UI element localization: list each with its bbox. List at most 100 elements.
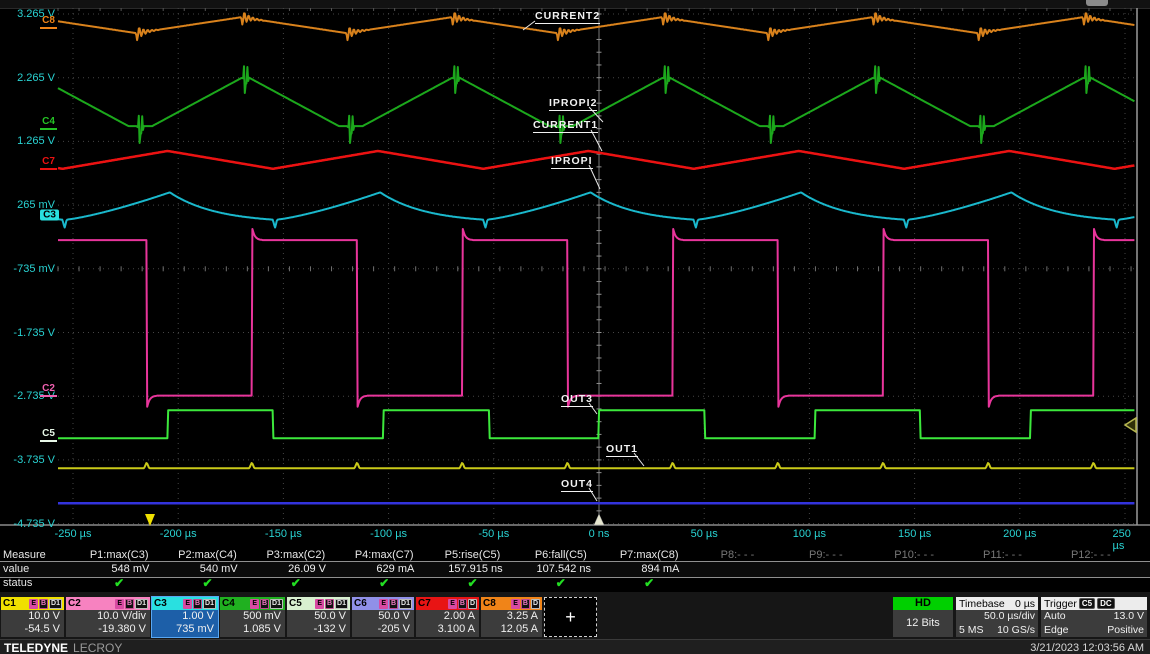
measure-header[interactable]: P6:fall(C5) (517, 549, 605, 561)
channel-marker-dash (40, 27, 57, 29)
channel-id-label: C5 (289, 598, 302, 609)
channel-id-label: C8 (483, 598, 496, 609)
x-axis-label: 150 µs (898, 528, 931, 540)
measure-value: 26.09 V (252, 563, 340, 575)
measure-header[interactable]: P11:- - - (958, 549, 1046, 561)
trace-label-out4[interactable]: OUT4 (561, 478, 593, 492)
channel-settings: 500 mV1.085 V (220, 610, 285, 637)
measure-header[interactable]: P12:- - - (1047, 549, 1135, 561)
channel-box-c2[interactable]: C2EBD110.0 V/div-19.380 V (66, 597, 150, 637)
channel-badge-b: B (389, 599, 398, 609)
channel-marker-c4[interactable]: C4 (40, 116, 57, 130)
channel-settings: 50.0 V-132 V (287, 610, 350, 637)
trigger-title: Trigger (1044, 598, 1077, 610)
measure-header[interactable]: P7:max(C8) (605, 549, 693, 561)
measure-header[interactable]: P2:max(C4) (163, 549, 251, 561)
measure-header[interactable]: P10:- - - (870, 549, 958, 561)
trigger-time-marker[interactable] (594, 514, 604, 525)
measure-header[interactable]: P9:- - - (782, 549, 870, 561)
measure-status-check-icon: ✔ (517, 576, 605, 590)
channel-offset: 12.05 A (485, 623, 538, 636)
channel-badge-d: D (468, 599, 477, 609)
channel-badge-b: B (260, 599, 269, 609)
channel-header: C7EBD (416, 597, 479, 610)
trigger-box[interactable]: Trigger C5 DC Auto 13.0 V Edge Positive (1041, 597, 1147, 637)
measure-value: 894 mA (605, 563, 693, 575)
channel-badge-e: E (115, 599, 124, 609)
channel-box-c4[interactable]: C4EBD1500 mV1.085 V (220, 597, 285, 637)
x-axis-label: 50 µs (691, 528, 718, 540)
measure-header[interactable]: P5:rise(C5) (428, 549, 516, 561)
channel-scale: 1.00 V (156, 610, 214, 623)
timebase-box[interactable]: Timebase 0 µs 50.0 µs/div 5 MS 10 GS/s (956, 597, 1038, 637)
timebase-offset: 0 µs (1015, 598, 1035, 610)
datetime-display: 3/21/2023 12:03:56 AM (1030, 642, 1144, 654)
channel-header: C4EBD1 (220, 597, 285, 610)
channel-scale: 500 mV (224, 610, 281, 623)
add-channel-button[interactable]: + (544, 597, 597, 637)
channel-scale: 50.0 V (291, 610, 346, 623)
hd-label: HD (893, 597, 953, 610)
channel-scale: 3.25 A (485, 610, 538, 623)
y-axis-label: 1.265 V (0, 135, 55, 147)
measure-header[interactable]: P1:max(C3) (75, 549, 163, 561)
channel-marker-c2[interactable]: C2 (40, 383, 57, 397)
trace-c2_output[interactable] (58, 229, 1134, 407)
channel-box-c6[interactable]: C6EBD150.0 V-205 V (352, 597, 414, 637)
channel-marker-c7[interactable]: C7 (40, 156, 57, 170)
channel-offset: 1.085 V (224, 623, 281, 636)
trace-ipropi[interactable] (58, 193, 1134, 228)
channel-marker-dash (40, 128, 57, 130)
channel-badge-d1: D1 (270, 599, 283, 609)
channel-settings: 10.0 V-54.5 V (1, 610, 64, 637)
measure-header[interactable]: P3:max(C2) (252, 549, 340, 561)
channel-settings: 10.0 V/div-19.380 V (66, 610, 150, 637)
channel-badge-e: E (29, 599, 38, 609)
channel-marker-c3[interactable]: C3 (40, 210, 59, 221)
trace-label-current1[interactable]: CURRENT1 (533, 119, 598, 133)
measure-status-check-icon: ✔ (75, 576, 163, 590)
channel-scale: 2.00 A (420, 610, 475, 623)
channel-settings: 50.0 V-205 V (352, 610, 414, 637)
channel-scale: 10.0 V (5, 610, 60, 623)
trace-out3[interactable] (58, 410, 1134, 438)
channel-id-label: C6 (354, 598, 367, 609)
channel-box-c1[interactable]: C1EBD110.0 V-54.5 V (1, 597, 64, 637)
channel-offset: -54.5 V (5, 623, 60, 636)
trace-label-out3[interactable]: OUT3 (561, 393, 593, 407)
trace-label-ipropi[interactable]: IPROPI (551, 155, 593, 169)
trace-out1[interactable] (58, 463, 1134, 468)
trace-label-ipropi2[interactable]: IPROPI2 (549, 97, 597, 111)
trigger-level-marker[interactable] (1125, 418, 1136, 432)
channel-offset: 3.100 A (420, 623, 475, 636)
channel-marker-c5[interactable]: C5 (40, 428, 57, 442)
oscilloscope-screen: 3.265 V2.265 V1.265 V265 mV-735 mV-1.735… (0, 0, 1150, 654)
x-axis-label: 0 ns (589, 528, 610, 540)
channel-badge-e: E (183, 599, 192, 609)
timebase-scale: 50.0 µs/div (984, 610, 1035, 624)
offscreen-channel-arrow[interactable] (145, 514, 155, 526)
channel-box-c8[interactable]: C8EBD3.25 A12.05 A (481, 597, 542, 637)
timebase-title: Timebase (959, 598, 1005, 610)
timebase-rate: 10 GS/s (997, 624, 1035, 638)
measure-status-check-icon: ✔ (252, 576, 340, 590)
trigger-mode: Auto (1044, 610, 1066, 624)
trace-label-out1[interactable]: OUT1 (606, 443, 638, 457)
channel-badge-b: B (193, 599, 202, 609)
hd-mode-box[interactable]: HD 12 Bits (893, 597, 953, 637)
channel-box-c5[interactable]: C5EBD150.0 V-132 V (287, 597, 350, 637)
channel-box-c3[interactable]: C3EBD11.00 V735 mV (152, 597, 218, 637)
trace-current1[interactable] (58, 151, 1134, 169)
measure-value: 540 mV (163, 563, 251, 575)
measure-row-label: Measure (3, 549, 46, 561)
channel-settings: 3.25 A12.05 A (481, 610, 542, 637)
channel-marker-c8[interactable]: C8 (40, 15, 57, 29)
trace-label-current2[interactable]: CURRENT2 (535, 10, 600, 24)
y-axis-label: -735 mV (0, 263, 55, 275)
measure-header[interactable]: P8:- - - (693, 549, 781, 561)
measure-header[interactable]: P4:max(C7) (340, 549, 428, 561)
channel-settings: 1.00 V735 mV (152, 610, 218, 637)
channel-box-c7[interactable]: C7EBD2.00 A3.100 A (416, 597, 479, 637)
channel-id-label: C4 (222, 598, 235, 609)
channel-header: C8EBD (481, 597, 542, 610)
